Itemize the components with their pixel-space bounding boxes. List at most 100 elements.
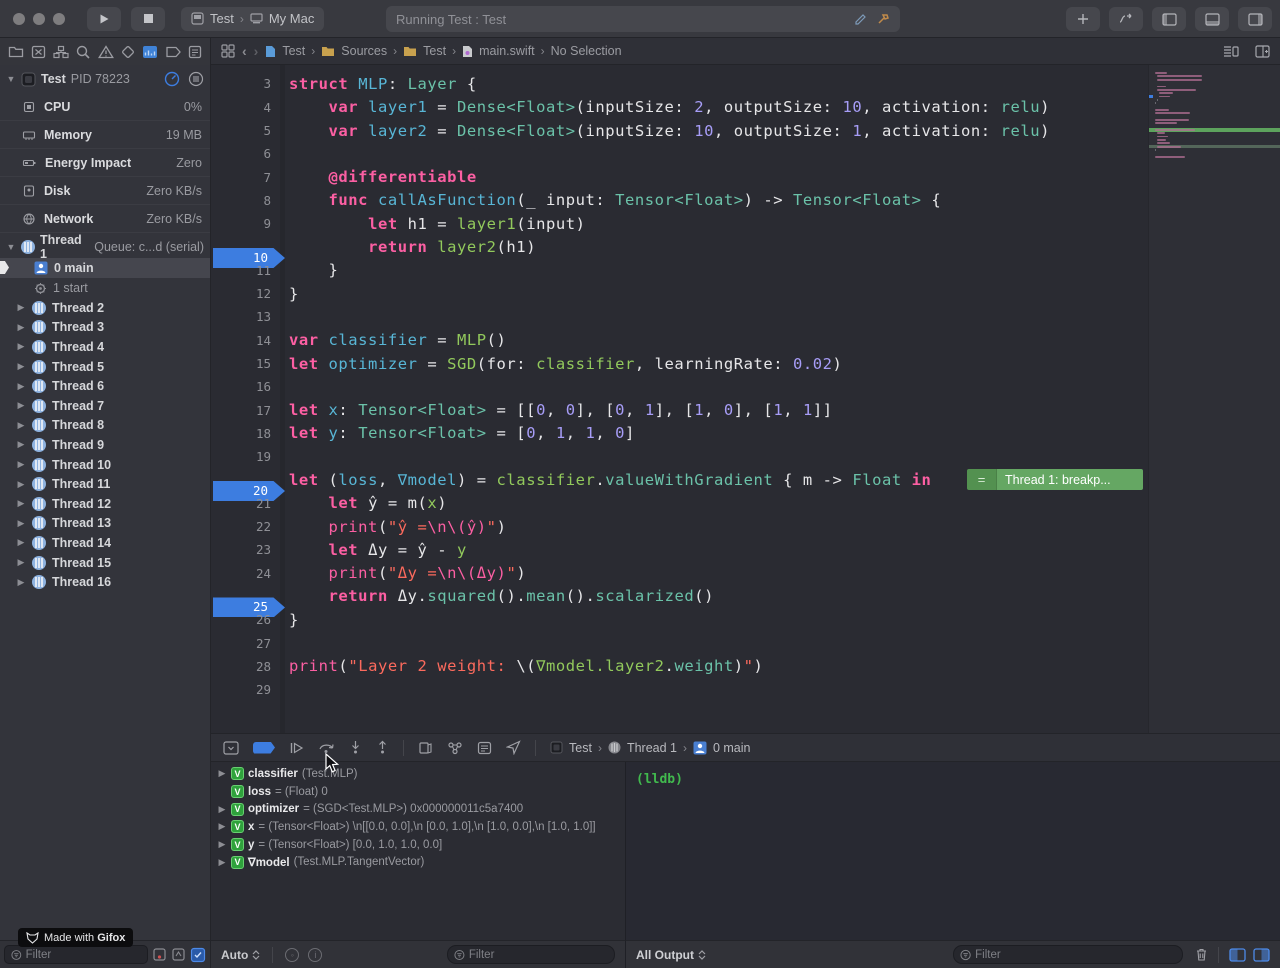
code-line[interactable]: 5 var layer2 = Dense<Float>(inputSize: 1…	[211, 119, 1148, 142]
line-number-gutter[interactable]: 2	[211, 65, 285, 68]
gauge-row-memory[interactable]: Memory19 MB	[0, 121, 210, 149]
line-number-gutter[interactable]: 16	[211, 379, 285, 394]
adjust-editor-icon[interactable]	[1223, 45, 1239, 58]
code-line[interactable]: 11 }	[211, 259, 1148, 282]
disclosure-triangle-icon[interactable]: ▶	[16, 459, 26, 470]
navigator-filter-field[interactable]	[4, 945, 148, 964]
line-number-gutter[interactable]: 23	[211, 542, 285, 557]
info-button[interactable]: i	[308, 948, 322, 962]
code-line[interactable]: 28print("Layer 2 weight: \(∇model.layer2…	[211, 655, 1148, 678]
thread-row[interactable]: ▶Thread 15	[0, 553, 210, 573]
show-running-blocks-icon[interactable]	[171, 947, 186, 962]
toggle-navigator-button[interactable]	[1152, 7, 1186, 31]
thread-row[interactable]: ▶Thread 9	[0, 435, 210, 455]
line-number-gutter[interactable]: 6	[211, 146, 285, 161]
disclosure-triangle-icon[interactable]: ▶	[16, 420, 26, 431]
variables-filter-input[interactable]	[469, 949, 608, 961]
code-line[interactable]: 7 @differentiable	[211, 165, 1148, 188]
disclosure-triangle-icon[interactable]: ▶	[16, 400, 26, 411]
code-line[interactable]: 23 let Δy = ŷ - y	[211, 538, 1148, 561]
navigator-tab-breakpoint[interactable]	[165, 46, 181, 58]
stack-frame-row[interactable]: 1 start	[0, 278, 210, 298]
jumpbar-crumb[interactable]: Test	[282, 44, 305, 58]
toggle-inspector-button[interactable]	[1238, 7, 1272, 31]
stack-frame-row[interactable]: 0 main	[0, 258, 210, 278]
code-line[interactable]: 16	[211, 375, 1148, 398]
thread-row[interactable]: ▶Thread 3	[0, 318, 210, 338]
thread-row[interactable]: ▶Thread 8	[0, 416, 210, 436]
jumpbar-crumb[interactable]: main.swift	[479, 44, 535, 58]
simulate-location-icon[interactable]	[506, 740, 521, 755]
variables-scope-selector[interactable]: Auto	[221, 948, 260, 962]
line-number-gutter[interactable]: 5	[211, 123, 285, 138]
line-number-gutter[interactable]: 12	[211, 286, 285, 301]
stop-button[interactable]	[131, 7, 165, 31]
code-line[interactable]: 27	[211, 631, 1148, 654]
line-number-gutter[interactable]: 19	[211, 449, 285, 464]
minimap[interactable]	[1148, 65, 1280, 733]
disclosure-triangle-icon[interactable]: ▶	[16, 302, 26, 313]
line-number-gutter[interactable]: 13	[211, 309, 285, 324]
library-button[interactable]	[1066, 7, 1100, 31]
gauge-row-cpu[interactable]: CPU0%	[0, 93, 210, 121]
variable-row[interactable]: ▶Vclassifier(Test.MLP)	[211, 765, 625, 783]
thread-row[interactable]: ▶Thread 16	[0, 572, 210, 592]
breakpoint-annotation[interactable]: =Thread 1: breakp...	[967, 469, 1143, 490]
code-line[interactable]: 24 print("Δy =\n\(Δy)")	[211, 562, 1148, 585]
jumpbar-crumb[interactable]: No Selection	[551, 44, 622, 58]
flag-button[interactable]: ◦	[285, 948, 299, 962]
code-line[interactable]: 17let x: Tensor<Float> = [[0, 0], [0, 1]…	[211, 398, 1148, 421]
code-line[interactable]: 20let (loss, ∇model) = classifier.valueW…	[211, 468, 1148, 491]
thread-row[interactable]: ▶Thread 13	[0, 514, 210, 534]
jumpbar-crumb[interactable]: Sources	[341, 44, 387, 58]
variable-row[interactable]: ▶Vx= (Tensor<Float>) \n[[0.0, 0.0],\n [0…	[211, 818, 625, 836]
code-line[interactable]: 8 func callAsFunction(_ input: Tensor<Fl…	[211, 189, 1148, 212]
line-number-gutter[interactable]: 11	[211, 263, 285, 278]
navigator-tab-source-control[interactable]	[31, 45, 46, 59]
process-row[interactable]: ▼ Test PID 78223	[0, 65, 210, 93]
environment-overrides-icon[interactable]	[477, 741, 492, 755]
thread-row[interactable]: ▶Thread 10	[0, 455, 210, 475]
disclosure-triangle-icon[interactable]: ▼	[6, 242, 16, 252]
navigator-tab-find[interactable]	[76, 45, 90, 59]
line-number-gutter[interactable]: 15	[211, 356, 285, 371]
step-out-icon[interactable]	[376, 740, 389, 755]
variable-row[interactable]: ▶V∇model(Test.MLP.TangentVector)	[211, 853, 625, 871]
navigator-tab-issue[interactable]	[98, 45, 114, 59]
view-hierarchy-icon[interactable]	[418, 741, 433, 755]
line-number-gutter[interactable]: 21	[211, 496, 285, 511]
gauge-row-energy-impact[interactable]: Energy ImpactZero	[0, 149, 210, 177]
clear-console-icon[interactable]	[1195, 947, 1208, 962]
code-line[interactable]: 10 return layer2(h1)	[211, 235, 1148, 258]
code-line[interactable]: 12}	[211, 282, 1148, 305]
source-editor[interactable]: 23struct MLP: Layer {4 var layer1 = Dens…	[211, 65, 1148, 733]
code-line[interactable]: 29	[211, 678, 1148, 701]
disclosure-triangle-icon[interactable]: ▶	[217, 839, 227, 850]
disclosure-triangle-icon[interactable]: ▶	[16, 361, 26, 372]
disclosure-triangle-icon[interactable]: ▶	[16, 439, 26, 450]
thread-row[interactable]: ▶Thread 4	[0, 337, 210, 357]
debug-crumb[interactable]: Test	[569, 741, 592, 755]
close-window-button[interactable]	[13, 13, 25, 25]
code-line[interactable]: 21 let ŷ = m(x)	[211, 492, 1148, 515]
disclosure-triangle-icon[interactable]: ▶	[16, 577, 26, 588]
memory-graph-icon[interactable]	[447, 741, 463, 755]
code-line[interactable]: 25 return Δy.squared().mean().scalarized…	[211, 585, 1148, 608]
show-console-view-icon[interactable]	[1253, 948, 1270, 962]
thread-row[interactable]: ▶Thread 7	[0, 396, 210, 416]
view-performance-icon[interactable]	[164, 71, 180, 87]
console-output-selector[interactable]: All Output	[636, 948, 706, 962]
navigator-tab-project[interactable]	[8, 45, 24, 59]
disclosure-triangle-icon[interactable]: ▶	[16, 322, 26, 333]
disclosure-triangle-icon[interactable]: ▶	[16, 537, 26, 548]
forward-button[interactable]: ›	[254, 43, 259, 59]
thread-row[interactable]: ▶Thread 2	[0, 298, 210, 318]
variable-row[interactable]: ▶Voptimizer= (SGD<Test.MLP>) 0x000000011…	[211, 800, 625, 818]
thread-1-row[interactable]: ▼ Thread 1 Queue: c...d (serial)	[0, 236, 210, 258]
add-editor-icon[interactable]	[1255, 45, 1270, 58]
thread-row[interactable]: ▶Thread 5	[0, 357, 210, 377]
line-number-gutter[interactable]: 17	[211, 403, 285, 418]
editor-options-button[interactable]	[1109, 7, 1143, 31]
disclosure-triangle-icon[interactable]: ▶	[217, 821, 227, 832]
navigator-tab-report[interactable]	[188, 45, 202, 59]
